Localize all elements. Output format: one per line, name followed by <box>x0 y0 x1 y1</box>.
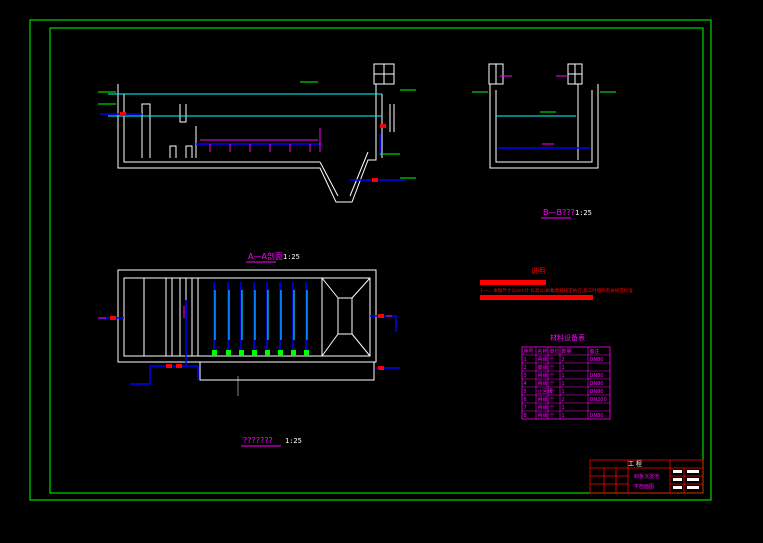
material-table-cell: 个 <box>550 373 555 379</box>
material-table-cell: DN80 <box>590 389 604 395</box>
material-table-cell: 1 <box>562 373 565 379</box>
title-block-drawing-name: 平剖面图 <box>634 483 654 490</box>
notes-heading: 说明 <box>531 266 545 275</box>
material-table-cell: 3 <box>524 373 527 379</box>
material-table-cell: DN80 <box>590 357 604 363</box>
notes-line-2: 2.本图按规定执行,施工时遵照有关规范标准 <box>546 287 633 294</box>
material-table-header-cell: 备注 <box>590 348 600 355</box>
plan-tube-ends <box>212 350 309 356</box>
material-table-cell: 1 <box>562 405 565 411</box>
section-a-levels <box>98 81 416 179</box>
material-table-cell: 个 <box>550 357 555 363</box>
material-table-cell: 7 <box>524 405 527 411</box>
title-block-stamps <box>673 470 699 489</box>
material-table-cell: 4 <box>524 381 527 387</box>
material-table-cell: 个 <box>550 405 555 411</box>
section-b-title: B—B??? <box>543 208 575 217</box>
material-table-cell: 闸阀 <box>538 380 548 387</box>
material-table-cell: 8 <box>524 413 527 419</box>
plan-pipes <box>100 300 400 385</box>
plan-tubes <box>213 282 307 352</box>
material-table-cell: DN80 <box>590 373 604 379</box>
section-b-levels <box>472 91 616 113</box>
material-table-cell: 闸阀 <box>538 356 548 363</box>
notes-bar-2 <box>480 295 593 300</box>
material-table-cell: 1 <box>562 389 565 395</box>
material-table-cell: 2 <box>524 365 527 371</box>
material-table-cell: 个 <box>550 397 555 403</box>
section-a-plates <box>200 128 321 152</box>
cad-drawing: A—A剖面 1:25 B—B??? 1:25 ??????? 1:25 说明 1… <box>29 19 712 501</box>
section-a-water <box>108 93 382 117</box>
material-table-header-cell: 序号 <box>524 348 534 355</box>
material-table: 序号 名称 单位 数量 备注1 闸阀个 2 DN802 蝶阀个 13 闸阀个 1 DN804 闸阀个 1 DN… <box>521 346 611 420</box>
material-table-cell: 蝶阀 <box>538 364 548 371</box>
material-table-cell: 1 <box>562 381 565 387</box>
material-table-cell: 闸阀 <box>538 412 548 419</box>
material-table-cell: 闸阀 <box>538 404 548 411</box>
material-table-cell: 个 <box>550 413 555 419</box>
title-block-project: 斜板沉淀池 <box>634 473 659 480</box>
material-table-header-cell: 名称 <box>538 348 548 355</box>
material-table-cell: 2 <box>562 397 565 403</box>
material-table-cell: 个 <box>550 381 555 387</box>
section-b-marks <box>500 75 568 145</box>
plan-view <box>117 269 377 381</box>
material-table-cell: DN200 <box>590 397 607 403</box>
material-table-cell: 5 <box>524 389 527 395</box>
plan-scale: 1:25 <box>285 437 302 445</box>
material-table-cell: 1 <box>562 365 565 371</box>
material-table-header-cell: 数量 <box>562 348 572 355</box>
material-table-cell: 闸阀 <box>538 372 548 379</box>
material-table-cell: DN80 <box>590 381 604 387</box>
section-a-scale: 1:25 <box>283 253 300 261</box>
material-table-cell: 1 <box>562 413 565 419</box>
material-table-cell: DN80 <box>590 413 604 419</box>
section-a-valves <box>120 112 386 182</box>
notes-bar-1 <box>480 280 546 285</box>
material-table-cell: 2 <box>562 357 565 363</box>
material-table-cell: 个 <box>550 365 555 371</box>
material-table-cell: 个 <box>550 389 555 395</box>
material-table-header-cell: 单位 <box>550 348 560 355</box>
plan-marks <box>98 306 392 319</box>
section-b-scale: 1:25 <box>575 209 592 217</box>
material-table-title: 材料设备表 <box>550 333 585 342</box>
section-a-view <box>117 63 395 203</box>
material-table-cell: 1 <box>524 357 527 363</box>
material-table-cell: 6 <box>524 397 527 403</box>
section-a-title: A—A剖面 <box>248 251 283 261</box>
title-block-header: 工 程 <box>628 460 642 468</box>
material-table-cell: 闸阀 <box>538 396 548 403</box>
plan-title: ??????? <box>243 436 273 445</box>
